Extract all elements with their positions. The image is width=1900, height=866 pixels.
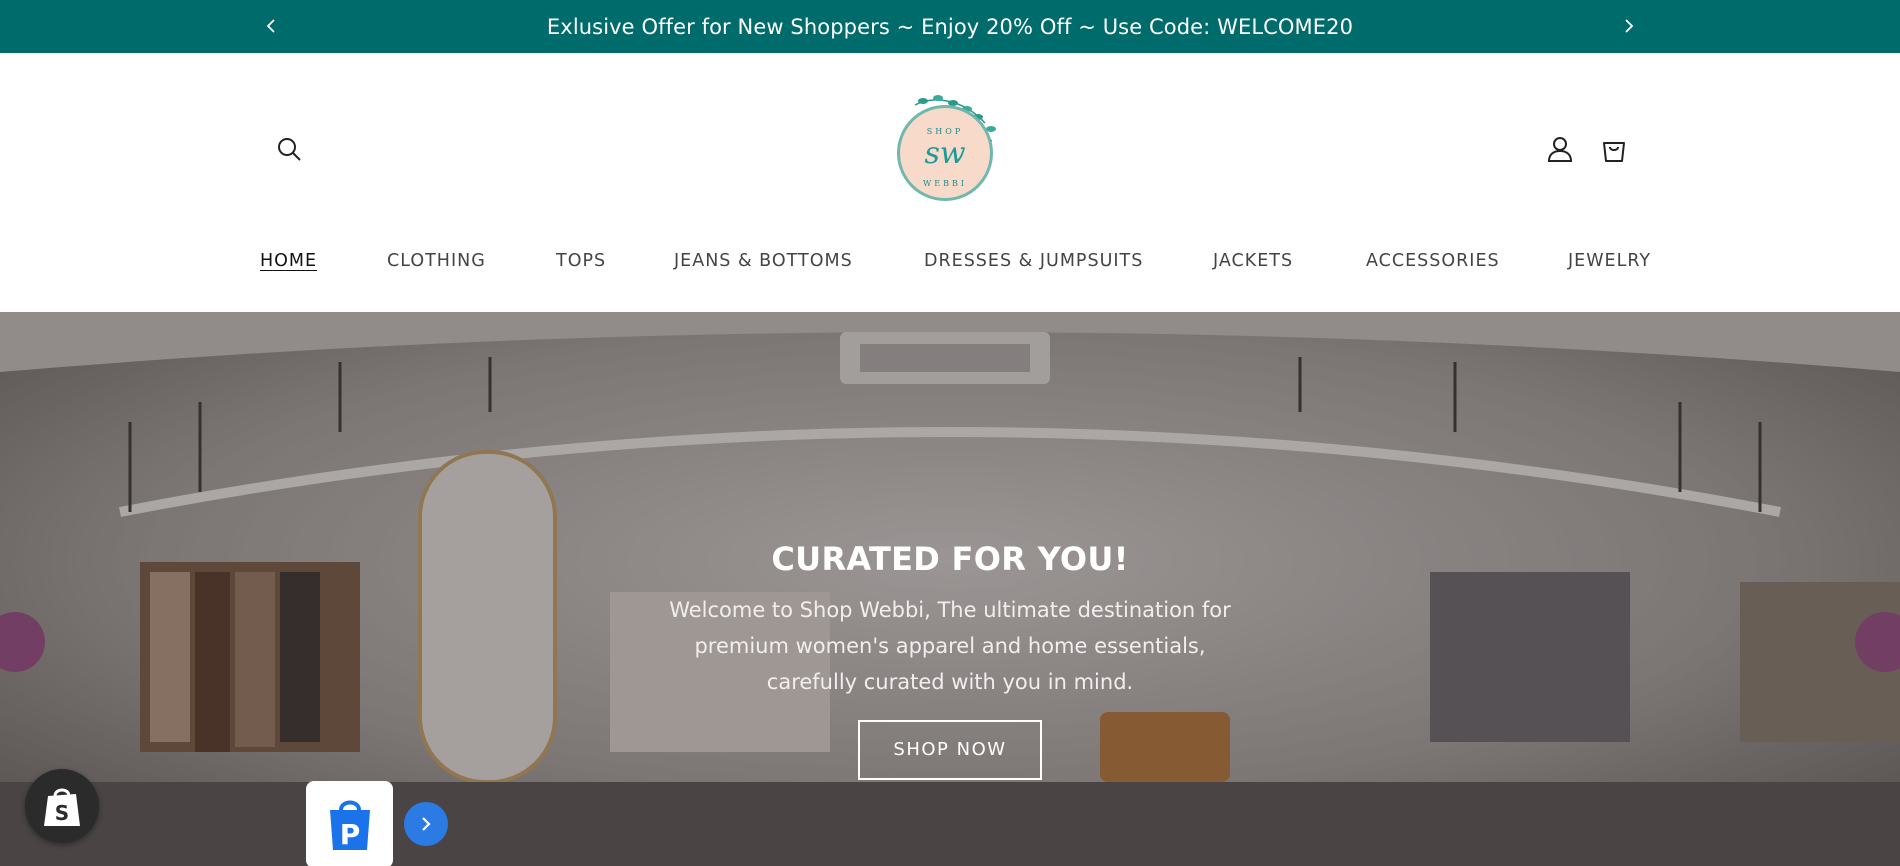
chevron-right-icon (1625, 19, 1634, 33)
payment-widget-card[interactable]: P (306, 781, 393, 866)
nav-item-jackets[interactable]: JACKETS (1213, 251, 1293, 271)
site-logo[interactable]: SHOP sw WEBBI (893, 93, 1003, 203)
announcement-next-button[interactable] (1616, 13, 1642, 39)
nav-item-accessories[interactable]: ACCESSORIES (1366, 251, 1500, 271)
announcement-text: Exlusive Offer for New Shoppers ~ Enjoy … (546, 14, 1354, 39)
svg-text:S: S (55, 801, 69, 825)
nav-item-home[interactable]: HOME (260, 251, 317, 271)
shopify-bag-icon: S (44, 788, 80, 826)
p-logo-icon: P (329, 800, 370, 851)
widget-next-button[interactable] (404, 802, 448, 846)
nav-item-jewelry[interactable]: JEWELRY (1568, 251, 1651, 271)
nav-item-dresses-jumpsuits[interactable]: DRESSES & JUMPSUITS (924, 251, 1143, 271)
announcement-prev-button[interactable] (258, 13, 284, 39)
hero-banner: CURATED FOR YOU! Welcome to Shop Webbi, … (0, 312, 1900, 866)
search-icon (278, 138, 301, 161)
nav-item-jeans-bottoms[interactable]: JEANS & BOTTOMS (674, 251, 853, 271)
hero-content: CURATED FOR YOU! Welcome to Shop Webbi, … (0, 540, 1900, 780)
shop-now-button[interactable]: SHOP NOW (858, 720, 1042, 780)
svg-text:P: P (339, 818, 360, 851)
hero-text: Welcome to Shop Webbi, The ultimate dest… (669, 598, 1231, 694)
logo-bottom-text: WEBBI (923, 179, 967, 188)
announcement-bar: Exlusive Offer for New Shoppers ~ Enjoy … (0, 0, 1900, 53)
cart-button[interactable] (1594, 129, 1634, 169)
chevron-right-icon (422, 817, 431, 831)
cart-icon (1603, 142, 1625, 162)
account-button[interactable] (1540, 129, 1580, 169)
main-nav: HOME CLOTHING TOPS JEANS & BOTTOMS DRESS… (0, 251, 1900, 277)
nav-item-clothing[interactable]: CLOTHING (387, 251, 486, 271)
hero-title: CURATED FOR YOU! (771, 540, 1129, 578)
site-header: SHOP sw WEBBI HOME CLOTHING TOPS JEANS &… (0, 53, 1900, 312)
nav-item-tops[interactable]: TOPS (556, 251, 606, 271)
logo-monogram: sw (924, 136, 966, 171)
search-button[interactable] (269, 129, 309, 169)
account-icon (1547, 137, 1573, 162)
shopify-chat-button[interactable]: S (25, 769, 99, 843)
logo-top-text: SHOP (926, 127, 964, 136)
chevron-left-icon (266, 19, 275, 33)
